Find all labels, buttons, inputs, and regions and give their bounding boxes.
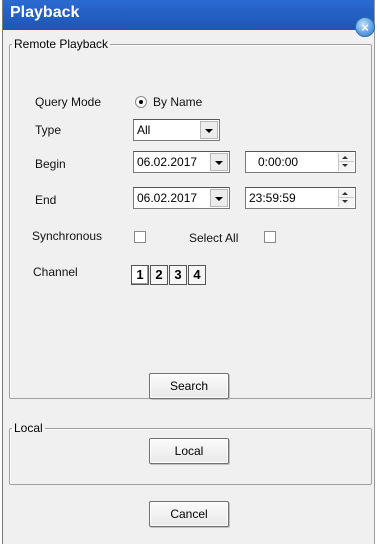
begin-date-picker[interactable]: 06.02.2017 [133,151,230,173]
search-button[interactable]: Search [149,373,229,399]
channel-button[interactable]: 3 [169,265,187,285]
begin-time-spinner[interactable] [338,153,354,171]
begin-date-value: 06.02.2017 [137,155,198,169]
channel-button[interactable]: 1 [131,265,149,285]
local-button[interactable]: Local [149,438,229,464]
by-name-label[interactable]: By Name [153,95,202,109]
remote-playback-group: Remote Playback [9,37,372,399]
local-legend: Local [14,421,43,435]
begin-time-field[interactable]: 0:00:00 [245,151,356,173]
type-label: Type [35,123,62,137]
query-mode-label: Query Mode [35,95,102,109]
type-value: All [137,123,151,137]
end-time-value: 23:59:59 [249,191,296,205]
end-date-value: 06.02.2017 [137,191,198,205]
by-name-radio[interactable] [135,96,147,108]
begin-label: Begin [35,157,66,171]
playback-dialog: Playback × Remote Playback Query Mode By… [2,0,375,544]
end-date-picker[interactable]: 06.02.2017 [133,187,230,209]
channel-button[interactable]: 4 [188,265,206,285]
chevron-down-icon[interactable] [210,153,228,171]
end-label: End [35,193,57,207]
channel-button[interactable]: 2 [150,265,168,285]
end-time-field[interactable]: 23:59:59 [245,187,356,209]
synchronous-checkbox[interactable] [134,231,146,243]
channel-selector: 1 2 3 4 [131,265,207,285]
cancel-button[interactable]: Cancel [149,501,229,527]
begin-time-value: 0:00:00 [258,155,299,169]
remote-playback-legend: Remote Playback [14,37,109,51]
end-time-spinner[interactable] [338,189,354,207]
select-all-checkbox[interactable] [264,231,276,243]
close-icon: × [361,20,369,35]
chevron-down-icon[interactable] [210,189,228,207]
window-title: Playback [10,4,80,21]
channel-label: Channel [33,265,78,279]
close-button[interactable]: × [355,17,375,37]
synchronous-label: Synchronous [32,229,103,243]
chevron-down-icon[interactable] [200,121,218,139]
select-all-label: Select All [189,231,239,245]
type-select[interactable]: All [133,119,220,141]
title-bar[interactable]: Playback [3,0,374,30]
